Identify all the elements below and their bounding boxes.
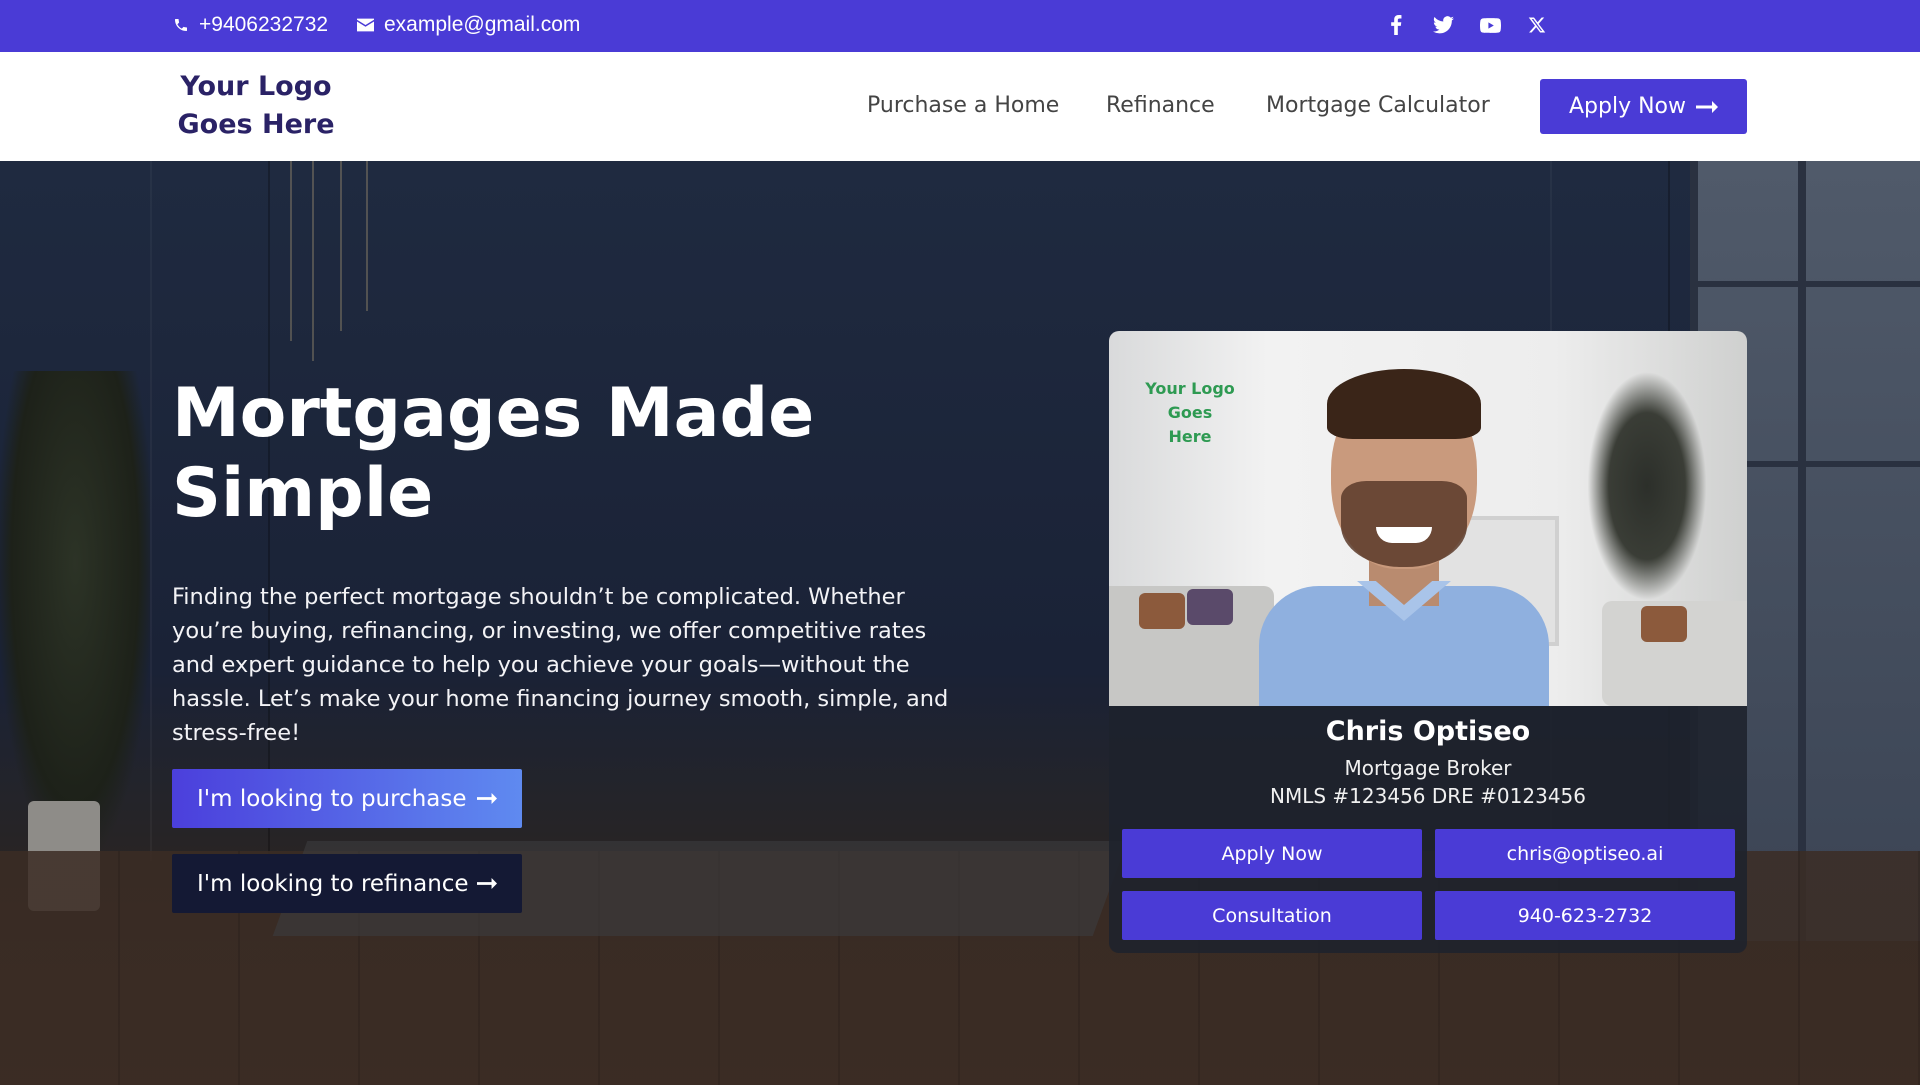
refinance-button-label: I'm looking to refinance <box>197 870 469 897</box>
card-apply-now-button[interactable]: Apply Now <box>1122 829 1422 878</box>
apply-now-button[interactable]: Apply Now <box>1540 79 1747 134</box>
site-header: Your Logo Goes Here Purchase a Home Refi… <box>0 52 1920 161</box>
facebook-icon[interactable] <box>1383 12 1409 38</box>
arrow-right-icon <box>477 793 497 804</box>
hero-title: Mortgages Made Simple <box>172 374 815 533</box>
broker-card: Your Logo Goes Here Chris Optiseo Mortga… <box>1109 331 1747 953</box>
broker-role: Mortgage Broker <box>1344 756 1512 780</box>
apply-now-label: Apply Now <box>1568 94 1686 119</box>
logo-line-2: Goes Here <box>177 109 335 140</box>
window-mullion <box>1798 161 1806 941</box>
person-beard <box>1341 481 1467 567</box>
window-bar <box>1698 281 1920 287</box>
logo-line-1: Your Logo <box>180 71 332 102</box>
nav-refinance[interactable]: Refinance <box>1106 93 1215 118</box>
cushion <box>1139 593 1185 629</box>
phone-number: +9406232732 <box>199 13 329 36</box>
pendant-light <box>366 161 368 311</box>
purchase-button[interactable]: I'm looking to purchase <box>172 769 522 828</box>
card-consultation-button[interactable]: Consultation <box>1122 891 1422 940</box>
email-contact[interactable]: example@gmail.com <box>357 13 580 37</box>
email-address: example@gmail.com <box>384 13 581 36</box>
pendant-light <box>340 161 342 331</box>
arrow-right-icon <box>477 878 497 889</box>
card-phone-button[interactable]: 940-623-2732 <box>1435 891 1735 940</box>
phone-icon <box>175 19 187 31</box>
person-hair <box>1327 369 1481 439</box>
refinance-button[interactable]: I'm looking to refinance <box>172 854 522 913</box>
arrow-right-icon <box>1696 100 1718 113</box>
x-icon[interactable] <box>1524 12 1550 38</box>
hero-description: Finding the perfect mortgage shouldn’t b… <box>172 584 949 746</box>
cushion <box>1641 606 1687 642</box>
broker-name: Chris Optiseo <box>1325 716 1531 747</box>
social-links <box>1362 12 1550 38</box>
decorative-plant <box>0 371 150 851</box>
mail-icon <box>357 18 374 32</box>
twitter-icon[interactable] <box>1430 12 1456 38</box>
nav-purchase-a-home[interactable]: Purchase a Home <box>867 93 1059 118</box>
purchase-button-label: I'm looking to purchase <box>197 785 467 812</box>
broker-photo: Your Logo Goes Here <box>1109 331 1747 706</box>
site-logo[interactable]: Your Logo Goes Here <box>176 68 336 144</box>
broker-license: NMLS #123456 DRE #0123456 <box>1270 784 1586 808</box>
person-smile <box>1376 527 1432 543</box>
nav-mortgage-calculator[interactable]: Mortgage Calculator <box>1266 93 1490 118</box>
photo-plant <box>1587 371 1707 601</box>
phone-contact[interactable]: +9406232732 <box>173 13 328 37</box>
youtube-icon[interactable] <box>1477 12 1503 38</box>
cushion <box>1187 589 1233 625</box>
card-logo: Your Logo Goes Here <box>1145 377 1235 449</box>
top-contact-bar: +9406232732 example@gmail.com <box>0 0 1920 52</box>
card-logo-line-2: Goes Here <box>1167 403 1213 446</box>
hero-section: Mortgages Made Simple Finding the perfec… <box>0 161 1920 1085</box>
card-logo-line-1: Your Logo <box>1145 379 1235 398</box>
pendant-light <box>312 161 314 361</box>
card-email-button[interactable]: chris@optiseo.ai <box>1435 829 1735 878</box>
pendant-light <box>290 161 292 341</box>
